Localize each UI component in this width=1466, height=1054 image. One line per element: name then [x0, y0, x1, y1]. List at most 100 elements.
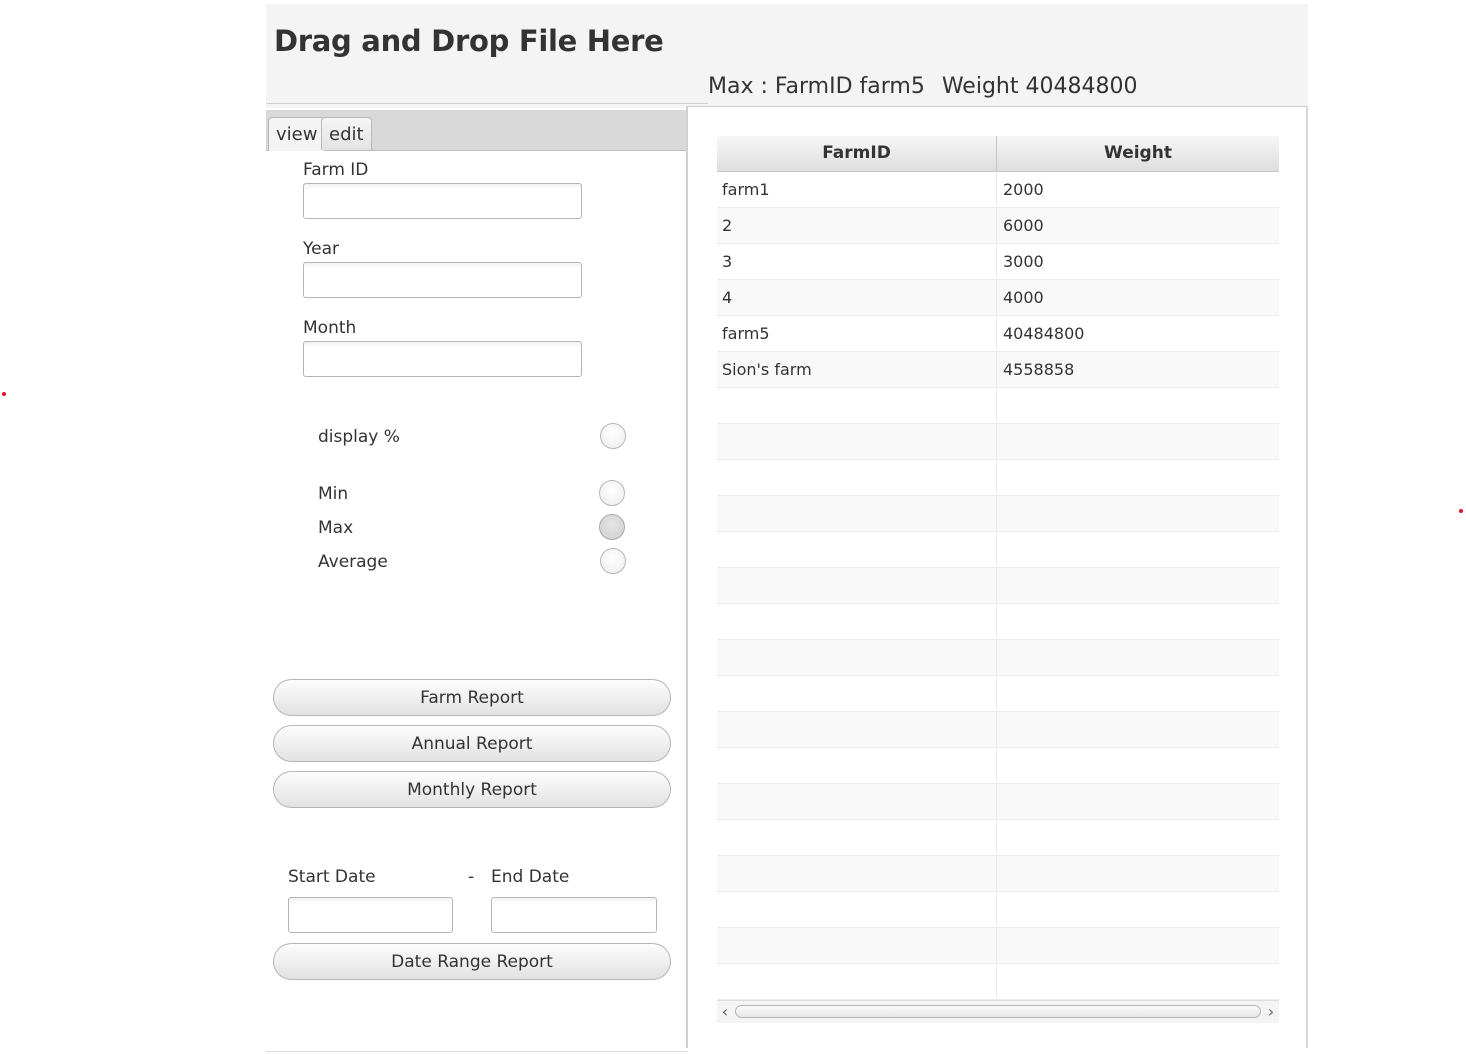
start-date-label: Start Date	[288, 867, 376, 887]
farm-id-label: Farm ID	[303, 160, 369, 180]
cell-farmid	[717, 676, 997, 711]
table-row[interactable]	[717, 460, 1279, 496]
table-row[interactable]	[717, 496, 1279, 532]
min-radio[interactable]	[599, 480, 625, 506]
table-row[interactable]	[717, 964, 1279, 1000]
cell-farmid	[717, 424, 997, 459]
farm-id-input[interactable]	[303, 183, 582, 219]
marker-dot-left	[2, 392, 6, 396]
table-row[interactable]: farm5 40484800	[717, 316, 1279, 352]
average-label: Average	[318, 552, 388, 572]
table-body: farm1 2000 2 6000 3 3000 4 4000 farm5 40484800 Sio…	[717, 172, 1279, 1000]
year-label: Year	[303, 239, 339, 259]
scroll-left-icon[interactable]: ‹	[717, 1001, 733, 1023]
table-row[interactable]: Sion's farm 4558858	[717, 352, 1279, 388]
table-row[interactable]	[717, 532, 1279, 568]
display-percent-radio[interactable]	[600, 423, 626, 449]
drop-zone-title: Drag and Drop File Here	[274, 24, 664, 58]
cell-farmid: farm5	[717, 316, 997, 351]
cell-weight	[997, 964, 1279, 999]
cell-weight	[997, 388, 1279, 423]
cell-weight	[997, 604, 1279, 639]
monthly-report-button[interactable]: Monthly Report	[273, 771, 671, 808]
table-row[interactable]	[717, 892, 1279, 928]
cell-weight	[997, 568, 1279, 603]
table-row[interactable]	[717, 604, 1279, 640]
table-row[interactable]	[717, 676, 1279, 712]
cell-weight: 4558858	[1003, 360, 1075, 379]
marker-dot-right	[1459, 509, 1463, 513]
annual-report-button[interactable]: Annual Report	[273, 725, 671, 762]
tab-edit[interactable]: edit	[321, 117, 372, 150]
cell-weight: 3000	[1003, 252, 1044, 271]
cell-farmid	[717, 964, 997, 999]
date-separator: -	[468, 867, 475, 887]
table-row[interactable]	[717, 820, 1279, 856]
cell-farmid	[717, 640, 997, 675]
table-row[interactable]	[717, 784, 1279, 820]
end-date-input[interactable]	[491, 897, 657, 933]
column-header-farmid[interactable]: FarmID	[717, 136, 997, 171]
scroll-right-icon[interactable]: ›	[1263, 1001, 1279, 1023]
cell-farmid	[717, 892, 997, 927]
horizontal-scrollbar[interactable]: ‹ ›	[717, 1000, 1279, 1023]
table-header: FarmID Weight	[717, 136, 1279, 172]
max-radio[interactable]	[599, 514, 625, 540]
max-farm-label: Max : FarmID farm5	[708, 74, 925, 99]
bottom-border	[266, 1051, 688, 1052]
right-panel: FarmID Weight farm1 2000 2 6000 3 3000 4 4000 fa…	[688, 106, 1308, 1048]
max-result-display: Max : FarmID farm5 Weight 40484800	[708, 74, 1147, 99]
scrollbar-thumb[interactable]	[735, 1005, 1261, 1018]
cell-farmid	[717, 748, 997, 783]
cell-weight: 40484800	[1003, 324, 1085, 343]
cell-farmid: 4	[717, 280, 997, 315]
cell-weight	[997, 460, 1279, 495]
cell-weight	[997, 424, 1279, 459]
table-row[interactable]	[717, 424, 1279, 460]
table-row[interactable]	[717, 928, 1279, 964]
table-row[interactable]	[717, 568, 1279, 604]
cell-weight	[997, 640, 1279, 675]
display-percent-label: display %	[318, 427, 400, 447]
table-row[interactable]	[717, 856, 1279, 892]
table-row[interactable]	[717, 640, 1279, 676]
end-date-label: End Date	[491, 867, 570, 887]
average-radio[interactable]	[600, 548, 626, 574]
results-table: FarmID Weight farm1 2000 2 6000 3 3000 4 4000 fa…	[717, 136, 1279, 1000]
table-row[interactable]: 4 4000	[717, 280, 1279, 316]
cell-farmid	[717, 568, 997, 603]
table-row[interactable]: 3 3000	[717, 244, 1279, 280]
table-row[interactable]: farm1 2000	[717, 172, 1279, 208]
cell-weight	[997, 784, 1279, 819]
left-panel: view edit Farm ID Year Month display % M…	[266, 110, 686, 1052]
drop-zone-header[interactable]: Drag and Drop File Here Max : FarmID far…	[266, 4, 1308, 108]
table-row[interactable]	[717, 748, 1279, 784]
cell-weight	[997, 748, 1279, 783]
month-input[interactable]	[303, 341, 582, 377]
cell-weight	[997, 712, 1279, 747]
cell-farmid	[717, 604, 997, 639]
cell-weight: 2000	[1003, 180, 1044, 199]
max-weight-label: Weight 40484800	[941, 74, 1138, 99]
start-date-input[interactable]	[288, 897, 453, 933]
cell-weight	[997, 496, 1279, 531]
cell-farmid: 3	[717, 244, 997, 279]
table-row[interactable]	[717, 712, 1279, 748]
cell-farmid	[717, 532, 997, 567]
year-input[interactable]	[303, 262, 582, 298]
cell-farmid	[717, 388, 997, 423]
tab-bar: view edit	[266, 110, 686, 151]
farm-report-button[interactable]: Farm Report	[273, 679, 671, 716]
cell-weight	[997, 928, 1279, 963]
column-header-weight[interactable]: Weight	[997, 136, 1279, 171]
cell-weight	[997, 676, 1279, 711]
cell-farmid	[717, 460, 997, 495]
table-row[interactable]: 2 6000	[717, 208, 1279, 244]
date-range-report-button[interactable]: Date Range Report	[273, 943, 671, 980]
table-row[interactable]	[717, 388, 1279, 424]
cell-farmid	[717, 820, 997, 855]
cell-weight	[997, 892, 1279, 927]
max-label: Max	[318, 518, 354, 538]
cell-weight	[997, 856, 1279, 891]
tab-view[interactable]: view	[268, 117, 326, 151]
